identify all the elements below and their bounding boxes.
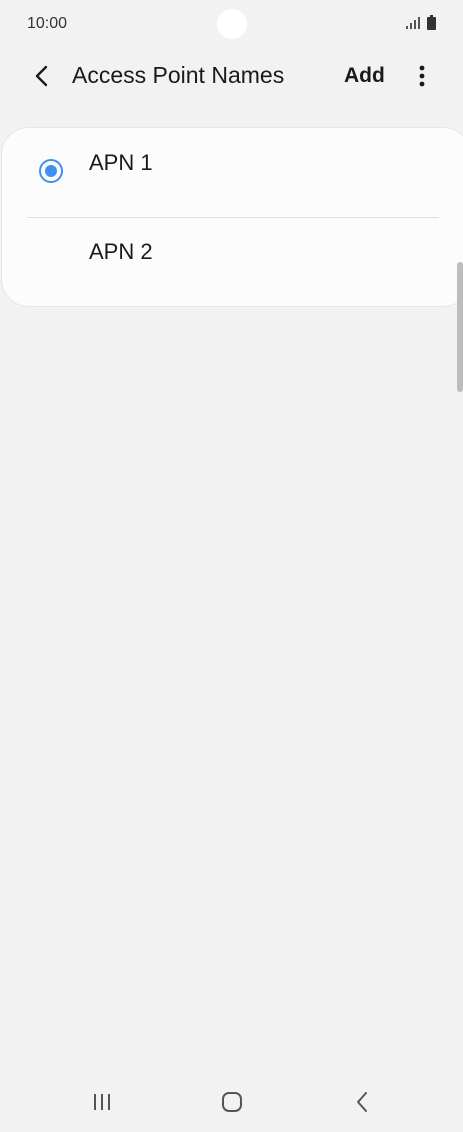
page-title: Access Point Names — [72, 62, 285, 88]
more-options-button[interactable] — [404, 56, 440, 96]
navigation-bar — [0, 1072, 463, 1132]
home-button[interactable] — [207, 1084, 257, 1120]
apn-list-item-apn-2[interactable]: APN 2 — [2, 218, 462, 308]
nav-back-button[interactable] — [337, 1084, 387, 1120]
more-vertical-icon — [419, 65, 425, 87]
recents-icon — [94, 1094, 110, 1110]
battery-icon — [427, 15, 436, 30]
scrollbar[interactable] — [457, 262, 463, 392]
apn-1-label: APN 1 — [89, 150, 153, 175]
back-icon — [357, 1092, 367, 1112]
recents-button[interactable] — [77, 1084, 127, 1120]
status-time: 10:00 — [27, 15, 68, 32]
apn-screen: 10:00 Access Point Names Add APN 1 APN 2 — [0, 0, 463, 1132]
back-button[interactable] — [22, 56, 62, 96]
apn-list-card: APN 1 APN 2 — [1, 127, 463, 307]
apn-1-radio-selected[interactable] — [39, 159, 63, 183]
camera-cutout — [217, 9, 247, 39]
add-button[interactable]: Add — [338, 58, 391, 94]
home-icon — [222, 1092, 242, 1112]
apn-2-label: APN 2 — [89, 239, 153, 264]
status-bar: 10:00 — [0, 0, 463, 48]
app-bar: Access Point Names Add — [0, 48, 463, 106]
signal-icon — [406, 17, 420, 29]
chevron-left-icon — [35, 65, 48, 87]
apn-list-item-apn-1[interactable]: APN 1 — [2, 128, 462, 218]
